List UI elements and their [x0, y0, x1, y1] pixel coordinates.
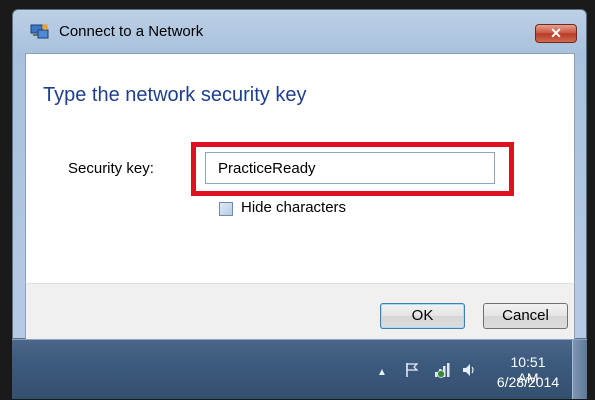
- dialog-content: Type the network security key Security k…: [25, 53, 575, 283]
- clock-date[interactable]: 6/28/2014: [495, 374, 561, 390]
- window-title: Connect to a Network: [59, 23, 204, 40]
- dialog-footer: OK Cancel: [25, 283, 575, 340]
- action-center-flag-icon[interactable]: [405, 362, 419, 378]
- page-heading: Type the network security key: [43, 84, 307, 106]
- network-icon[interactable]: [433, 362, 453, 378]
- show-desktop-button[interactable]: [572, 340, 587, 399]
- hide-characters-label[interactable]: Hide characters: [241, 199, 346, 216]
- network-app-icon: [30, 23, 50, 41]
- title-bar[interactable]: Connect to a Network ✕: [13, 10, 586, 53]
- show-hidden-icons-icon[interactable]: ▲: [377, 365, 387, 380]
- system-tray: ▲ 10:51 AM 6/28/2014: [347, 340, 587, 399]
- close-icon: ✕: [550, 25, 562, 41]
- connect-network-dialog: Connect to a Network ✕ Type the network …: [12, 9, 587, 340]
- hide-characters-checkbox[interactable]: [219, 202, 233, 216]
- close-button[interactable]: ✕: [535, 24, 577, 43]
- security-key-label: Security key:: [68, 160, 154, 177]
- taskbar: ▲ 10:51 AM 6/28/2014: [12, 339, 587, 399]
- security-key-input[interactable]: [205, 152, 495, 184]
- ok-button[interactable]: OK: [380, 303, 465, 329]
- volume-icon[interactable]: [461, 362, 477, 378]
- cancel-button[interactable]: Cancel: [483, 303, 568, 329]
